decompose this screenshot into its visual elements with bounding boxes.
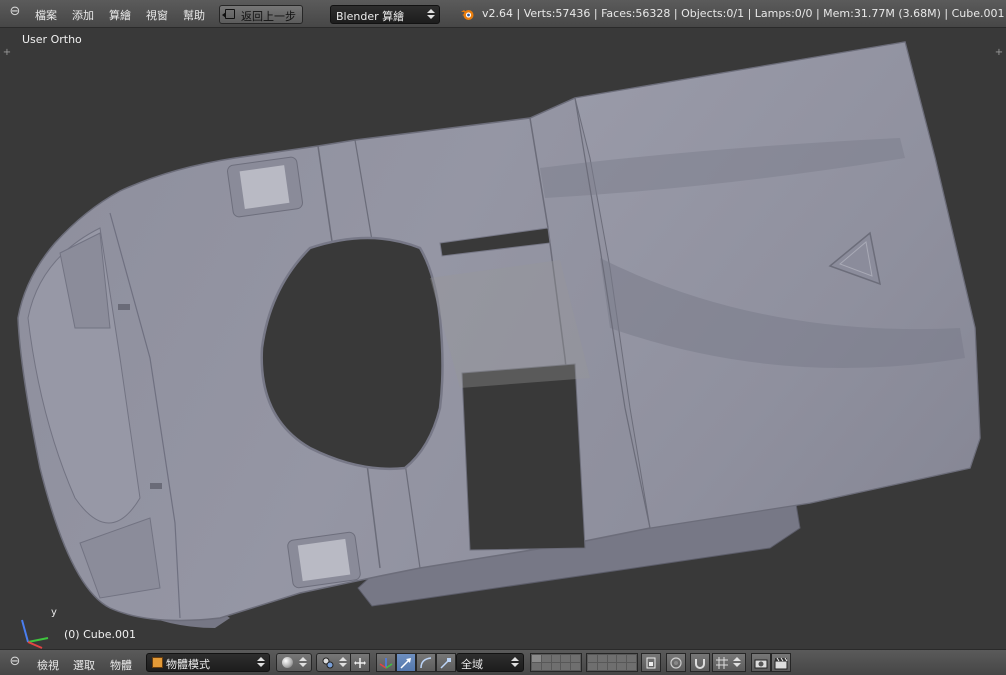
axis-y-label: y: [51, 607, 57, 618]
snap-toggle-button[interactable]: [690, 653, 710, 672]
render-engine-select[interactable]: Blender 算繪: [330, 5, 440, 24]
scale-manipulator-button[interactable]: [436, 653, 456, 672]
layer-buttons-group-2[interactable]: [586, 653, 638, 672]
editor-type-toggle-icon[interactable]: ⊖: [8, 5, 22, 19]
updown-arrows-icon: [299, 656, 307, 668]
layer-button[interactable]: [617, 663, 627, 670]
clapperboard-icon: [774, 657, 788, 670]
axes-icon: [379, 658, 393, 669]
3d-viewport[interactable]: User Ortho + + y (0) Cube.001: [0, 28, 1006, 649]
layer-button[interactable]: [532, 655, 541, 662]
updown-arrows-icon: [427, 8, 435, 20]
snap-grid-icon: [716, 657, 728, 669]
render-engine-label: Blender 算繪: [336, 10, 405, 23]
layer-button[interactable]: [561, 655, 571, 662]
camera-icon: [754, 659, 768, 669]
manipulator-axes-button[interactable]: [376, 653, 396, 672]
menu-view[interactable]: 檢視: [37, 657, 59, 673]
proportional-edit-button[interactable]: [666, 653, 686, 672]
layer-button[interactable]: [532, 663, 541, 670]
translate-manipulator-button[interactable]: [396, 653, 416, 672]
transform-orientation-select[interactable]: 全域: [456, 653, 524, 672]
layer-button[interactable]: [597, 663, 607, 670]
layer-button[interactable]: [607, 655, 617, 662]
layer-buttons-group-1[interactable]: [530, 653, 582, 672]
info-header: ⊖ 檔案 添加 算繪 視窗 幫助 返回上一步 Blender 算繪 v2.64 …: [0, 0, 1006, 28]
undo-label: 返回上一步: [241, 10, 296, 23]
rotate-arc-icon: [420, 657, 432, 669]
layer-button[interactable]: [561, 663, 571, 670]
layers-lock-icon: [646, 657, 656, 669]
blender-logo-icon: [461, 10, 474, 20]
solid-shading-icon: [282, 657, 293, 668]
editor-type-toggle-icon[interactable]: ⊖: [8, 655, 22, 669]
active-object-label: (0) Cube.001: [64, 628, 136, 641]
updown-arrows-icon: [511, 656, 519, 668]
updown-arrows-icon: [733, 656, 741, 668]
manipulator-icon: [354, 658, 366, 668]
undo-icon: [222, 9, 235, 19]
lock-camera-layers-button[interactable]: [641, 653, 661, 672]
interaction-mode-select[interactable]: 物體模式: [146, 653, 270, 672]
updown-arrows-icon: [339, 656, 347, 668]
menu-render[interactable]: 算繪: [109, 7, 131, 23]
viewport-shading-select[interactable]: [276, 653, 312, 672]
layer-button[interactable]: [588, 655, 597, 662]
rotate-manipulator-button[interactable]: [416, 653, 436, 672]
proportional-edit-icon: [670, 657, 682, 669]
layer-button[interactable]: [551, 663, 561, 670]
undo-button[interactable]: 返回上一步: [219, 5, 303, 24]
transform-orientation-label: 全域: [461, 658, 483, 671]
layer-button[interactable]: [571, 663, 580, 670]
layer-button[interactable]: [551, 655, 561, 662]
menu-help[interactable]: 幫助: [183, 7, 205, 23]
layer-button[interactable]: [541, 655, 551, 662]
manipulator-toggle-button[interactable]: [350, 653, 370, 672]
menu-file[interactable]: 檔案: [35, 7, 57, 23]
magnet-icon: [695, 659, 705, 669]
interaction-mode-label: 物體模式: [166, 658, 210, 671]
layer-button[interactable]: [627, 655, 636, 662]
menu-select[interactable]: 選取: [73, 657, 95, 673]
snap-element-select[interactable]: [712, 653, 746, 672]
layer-button[interactable]: [627, 663, 636, 670]
menu-add[interactable]: 添加: [72, 7, 94, 23]
menu-object[interactable]: 物體: [110, 657, 132, 673]
updown-arrows-icon: [257, 656, 265, 668]
3d-view-header: ⊖ 檢視 選取 物體 物體模式 全域: [0, 649, 1006, 675]
scene-statistics: v2.64 | Verts:57436 | Faces:56328 | Obje…: [482, 7, 1005, 20]
translate-arrow-icon: [400, 658, 411, 669]
pivot-point-icon: [322, 657, 334, 669]
render-opengl-image-button[interactable]: [751, 653, 771, 672]
scale-handle-icon: [440, 658, 451, 669]
layer-button[interactable]: [541, 663, 551, 670]
car-body-mesh[interactable]: [0, 28, 1006, 649]
layer-button[interactable]: [571, 655, 580, 662]
object-mode-icon: [152, 657, 163, 668]
layer-button[interactable]: [597, 655, 607, 662]
menu-window[interactable]: 視窗: [146, 7, 168, 23]
pivot-point-select[interactable]: [316, 653, 352, 672]
layer-button[interactable]: [588, 663, 597, 670]
layer-button[interactable]: [607, 663, 617, 670]
render-opengl-animation-button[interactable]: [771, 653, 791, 672]
axis-gizmo-icon: y: [21, 607, 57, 649]
layer-button[interactable]: [617, 655, 627, 662]
